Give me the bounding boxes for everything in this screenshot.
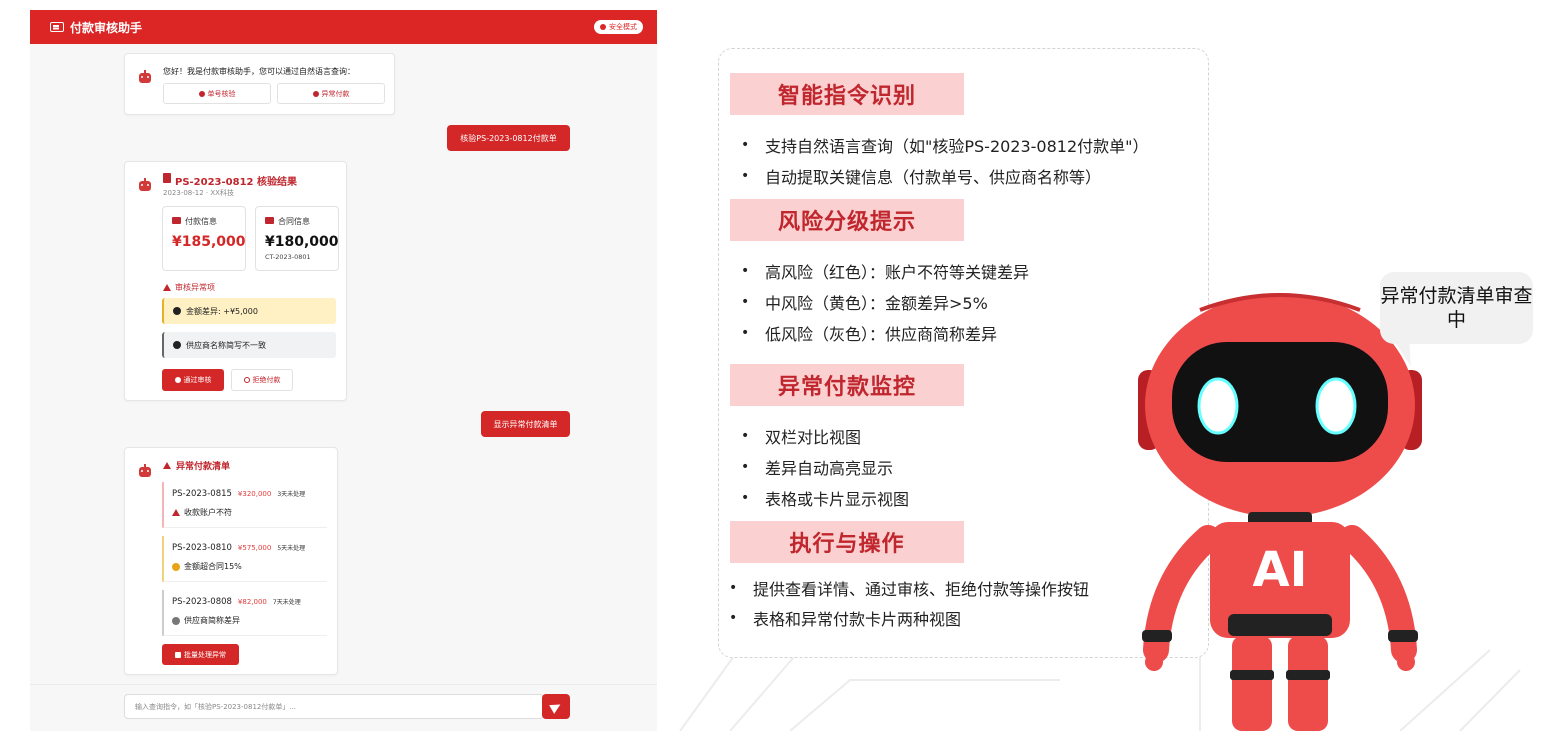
abnormal-item-days: 7天未处理 [272,599,301,606]
approve-label: 通过审核 [183,376,212,384]
search-icon [198,90,205,97]
feature-bullet: 支持自然语言查询（如"核验PS-2023-0812付款单"） [741,133,1149,157]
user-message: 显示异常付款清单 [481,411,570,437]
contract-info-label: 合同信息 [278,217,310,226]
abnormal-list-heading: 异常付款清单 [163,459,230,472]
robot-speech-bubble: 异常付款清单审查中 [1380,272,1533,344]
issue-text: 供应商名称简写不一致 [186,340,266,350]
approve-button[interactable]: 通过审核 [162,369,224,391]
feature-bullet: 双栏对比视图 [741,424,861,448]
abnormal-item-reason: 金额超合同15% [184,562,242,571]
quick-action-abnormal[interactable]: 异常付款 [277,83,385,104]
chat-app-window: 付款审核助手 安全模式 您好！我是付款审核助手，您可以通过自然语言查询： 单号核… [30,10,657,731]
verification-result-message: PS-2023-0812 核验结果 2023-08-12 · XX科技 付款信息… [124,161,347,401]
section-title-command-recognition: 智能指令识别 [730,73,964,115]
issue-text: 金额差异: +¥5,000 [186,306,258,316]
alert-icon [312,90,319,97]
document-icon [163,173,171,183]
feature-bullet: 自动提取关键信息（付款单号、供应商名称等） [741,164,1101,188]
payment-info-card: 付款信息 ¥185,000 [162,206,246,271]
warning-icon [163,462,171,469]
issues-heading: 审核异常项 [163,282,215,293]
robot-mascot-illustration: AI [1138,293,1422,731]
quick-action-order-check[interactable]: 单号核验 [163,83,271,104]
high-risk-icon [172,509,180,516]
feature-bullet: 提供查看详情、通过审核、拒绝付款等操作按钮 [729,576,1089,600]
abnormal-item-amount: ¥575,000 [237,544,272,552]
greeting-text: 您好！我是付款审核助手，您可以通过自然语言查询： [163,67,355,76]
check-icon [174,377,181,383]
abnormal-item-amount: ¥82,000 [237,598,267,606]
contract-info-card: 合同信息 ¥180,000 CT-2023-0801 [255,206,339,271]
shield-icon [600,24,606,30]
app-title: 付款审核助手 [70,20,143,35]
robot-chest-label: AI [1252,542,1307,598]
query-input[interactable]: 输入查询指令，如「核验PS-2023-0812付款单」... [124,694,544,719]
reject-label: 拒绝付款 [252,376,281,384]
info-icon [173,341,181,349]
bot-avatar-icon [139,464,151,477]
section-title-risk-levels: 风险分级提示 [730,199,964,241]
assistant-logo-icon [50,22,64,32]
info-icon [173,307,181,315]
feature-bullet: 低风险（灰色）：供应商简称差异 [741,321,997,345]
send-icon [549,699,563,714]
payment-info-label: 付款信息 [185,217,217,226]
low-risk-icon [172,616,180,625]
list-icon [175,651,181,658]
secure-mode-label: 安全模式 [609,23,637,31]
issue-amount-difference: 金额差异: +¥5,000 [162,298,336,324]
abnormal-item[interactable]: PS-2023-0808 ¥82,000 7天未处理 供应商简称差异 [162,590,327,636]
batch-process-button[interactable]: 批量处理异常 [162,644,239,665]
result-subtitle: 2023-08-12 · XX科技 [163,189,234,197]
feature-bullet: 高风险（红色）：账户不符等关键差异 [741,259,1029,283]
secure-mode-badge[interactable]: 安全模式 [594,20,643,34]
result-title: PS-2023-0812 核验结果 [175,177,297,188]
money-icon [172,217,181,224]
feature-bullet: 中风险（黄色）：金额差异>5% [741,290,988,314]
abnormal-list-message: 异常付款清单 PS-2023-0815 ¥320,000 3天未处理 收款账户不… [124,447,338,675]
abnormal-item[interactable]: PS-2023-0810 ¥575,000 5天未处理 金额超合同15% [162,536,327,582]
feature-bullet: 表格和异常付款卡片两种视图 [729,606,961,630]
abnormal-item-reason: 供应商简称差异 [184,616,240,625]
app-header: 付款审核助手 安全模式 [30,10,657,44]
batch-process-label: 批量处理异常 [184,650,226,659]
feature-bullet: 表格或卡片显示视图 [741,486,909,510]
abnormal-item-days: 3天未处理 [277,491,306,498]
abnormal-item-id: PS-2023-0810 [172,543,232,553]
quick-action-label: 单号核验 [207,89,236,98]
feature-bullet: 差异自动高亮显示 [741,455,893,479]
ban-icon [243,377,250,383]
payment-amount: ¥185,000 [172,234,246,250]
send-button[interactable] [542,694,570,719]
bot-avatar-icon [139,70,151,83]
reject-button[interactable]: 拒绝付款 [231,369,293,391]
contract-amount: ¥180,000 [265,234,339,250]
abnormal-item-reason: 收款账户不符 [184,508,232,517]
user-message: 核验PS-2023-0812付款单 [447,125,570,151]
abnormal-item-id: PS-2023-0808 [172,597,232,607]
section-title-abnormal-monitoring: 异常付款监控 [730,364,964,406]
warning-icon [163,284,171,291]
abnormal-list-title: 异常付款清单 [176,462,231,472]
abnormal-item-id: PS-2023-0815 [172,489,232,499]
issues-title: 审核异常项 [175,283,215,292]
medium-risk-icon [172,562,180,571]
chat-input-bar: 输入查询指令，如「核验PS-2023-0812付款单」... [30,684,657,731]
abnormal-item-days: 5天未处理 [277,545,306,552]
bot-avatar-icon [139,178,151,191]
quick-action-label: 异常付款 [321,89,350,98]
contract-code: CT-2023-0801 [265,253,311,261]
contract-icon [265,217,274,224]
abnormal-item[interactable]: PS-2023-0815 ¥320,000 3天未处理 收款账户不符 [162,482,327,528]
abnormal-item-amount: ¥320,000 [237,490,272,498]
greeting-message: 您好！我是付款审核助手，您可以通过自然语言查询： 单号核验 异常付款 [124,53,395,115]
section-title-execution: 执行与操作 [730,521,964,563]
issue-supplier-name: 供应商名称简写不一致 [162,332,336,358]
